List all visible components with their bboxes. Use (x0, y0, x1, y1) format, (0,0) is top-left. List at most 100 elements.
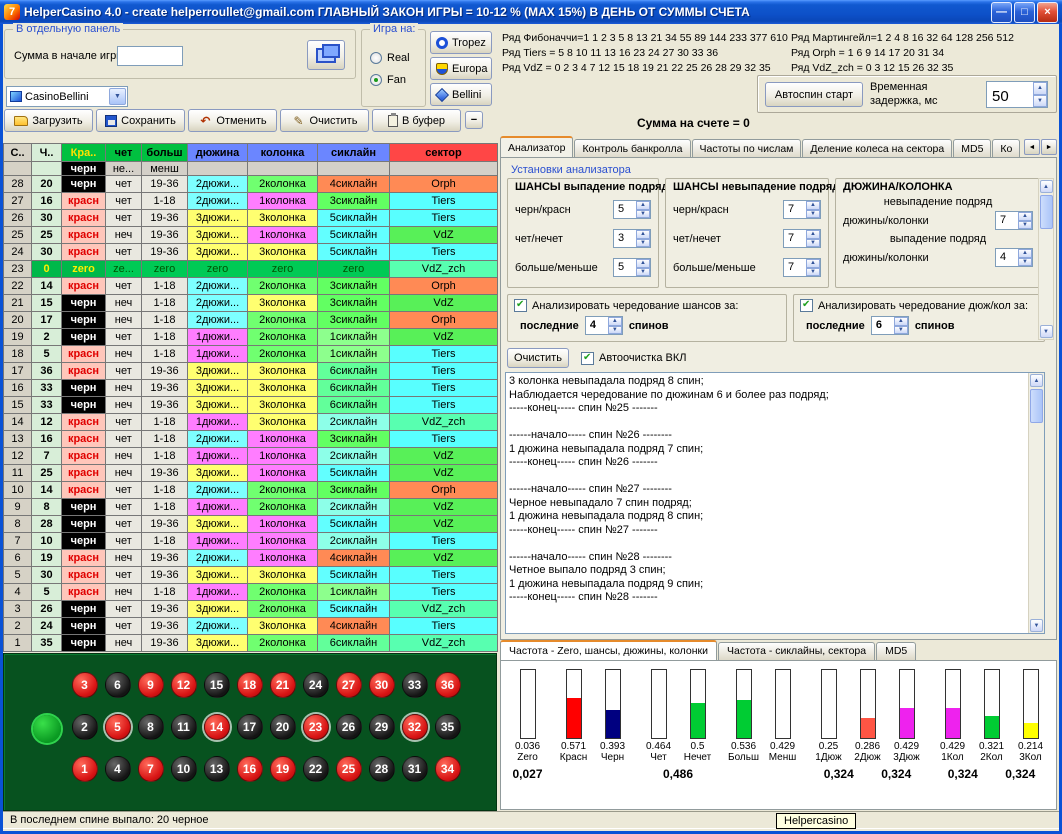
toolbar-button-3[interactable]: ↶Отменить (188, 109, 277, 132)
table-row[interactable]: 828чернчет19-363дюжи...1колонка5сиклайнV… (4, 516, 498, 533)
board-cell-18[interactable]: 18 (233, 668, 266, 701)
table-row[interactable]: 2214краснчет1-182дюжи...2колонка3сиклайн… (4, 278, 498, 295)
spinner-down-icon[interactable]: ▼ (806, 239, 820, 248)
header-cell[interactable]: сиклайн (318, 144, 390, 162)
header-cell[interactable]: дюжина (188, 144, 248, 162)
spinner-up-icon[interactable]: ▲ (806, 259, 820, 268)
table-row[interactable]: 326чернчет19-363дюжи...2колонка5сиклайнV… (4, 601, 498, 618)
spinner-up-icon[interactable]: ▲ (806, 230, 820, 239)
table-row[interactable]: 2115черннеч1-182дюжи...3колонка3сиклайнV… (4, 295, 498, 312)
board-cell-19[interactable]: 19 (266, 752, 299, 785)
board-cell-7[interactable]: 7 (134, 752, 167, 785)
tab-1[interactable]: Анализатор (500, 136, 573, 158)
table-row[interactable]: 2820чернчет19-362дюжи...2колонка4сиклайн… (4, 176, 498, 193)
autospin-start-button[interactable]: Автоспин старт (765, 82, 863, 107)
scroll-thumb[interactable] (1030, 389, 1043, 423)
board-cell-2[interactable]: 2 (68, 710, 101, 743)
board-cell-12[interactable]: 12 (167, 668, 200, 701)
spinner-up-icon[interactable]: ▲ (1033, 82, 1047, 95)
setting-spinner[interactable]: 7▲▼ (783, 200, 821, 219)
radio-real[interactable]: Real (370, 52, 410, 64)
setting-spinner[interactable]: 5▲▼ (613, 258, 651, 277)
board-cell-23[interactable]: 23 (299, 710, 332, 743)
analyze-dozcol-checkbox[interactable] (800, 299, 813, 312)
spinner-up-icon[interactable]: ▲ (806, 201, 820, 210)
chances-spins-value[interactable]: 4▲▼ (585, 316, 623, 335)
board-cell-26[interactable]: 26 (332, 710, 365, 743)
header-cell[interactable]: больш (142, 144, 188, 162)
header-cell[interactable]: колонка (248, 144, 318, 162)
board-cell-14[interactable]: 14 (200, 710, 233, 743)
board-cell-35[interactable]: 35 (431, 710, 464, 743)
analyze-chances-checkbox[interactable] (514, 299, 527, 312)
tab-2[interactable]: Частота - сиклайны, сектора (718, 642, 875, 660)
table-row[interactable]: 135черннеч19-363дюжи...2колонка6сиклайнV… (4, 635, 498, 652)
spinner-down-icon[interactable]: ▼ (636, 239, 650, 248)
board-cell-30[interactable]: 30 (365, 668, 398, 701)
collapse-panel-button[interactable]: − (465, 111, 483, 129)
spinner-down-icon[interactable]: ▼ (806, 268, 820, 277)
header-cell[interactable]: С.. (4, 144, 32, 162)
table-row[interactable]: 710чернчет1-181дюжи...1колонка2сиклайнTi… (4, 533, 498, 550)
board-cell-6[interactable]: 6 (101, 668, 134, 701)
tab-3[interactable]: Частоты по числам (692, 139, 802, 158)
setting-spinner[interactable]: 5▲▼ (613, 200, 651, 219)
tab-6[interactable]: Ко (992, 139, 1020, 158)
table-row[interactable]: 185красннеч1-181дюжи...2колонка1сиклайнT… (4, 346, 498, 363)
spinner-down-icon[interactable]: ▼ (608, 326, 622, 335)
table-row[interactable]: 1125красннеч19-363дюжи...1колонка5сиклай… (4, 465, 498, 482)
casino-button-bellini[interactable]: Bellini (430, 83, 492, 106)
spinner-up-icon[interactable]: ▲ (636, 201, 650, 210)
board-cell-31[interactable]: 31 (398, 752, 431, 785)
board-cell-32[interactable]: 32 (398, 710, 431, 743)
spinner-down-icon[interactable]: ▼ (1018, 258, 1032, 267)
board-cell-16[interactable]: 16 (233, 752, 266, 785)
header-cell[interactable]: чет (106, 144, 142, 162)
tab-4[interactable]: Деление колеса на сектора (802, 139, 952, 158)
tab-scroll-right-icon[interactable]: ► (1041, 139, 1057, 155)
spinner-down-icon[interactable]: ▼ (806, 210, 820, 219)
table-row[interactable]: 1316краснчет1-182дюжи...1колонка3сиклайн… (4, 431, 498, 448)
table-row[interactable]: 98чернчет1-181дюжи...2колонка2сиклайнVdZ (4, 499, 498, 516)
board-cell-27[interactable]: 27 (332, 668, 365, 701)
scroll-thumb[interactable] (1040, 195, 1053, 229)
toolbar-button-2[interactable]: Сохранить (96, 109, 185, 132)
maximize-button[interactable]: □ (1014, 2, 1035, 23)
board-cell-9[interactable]: 9 (134, 668, 167, 701)
board-cell-10[interactable]: 10 (167, 752, 200, 785)
table-row[interactable]: 2017черннеч1-182дюжи...2колонка3сиклайнO… (4, 312, 498, 329)
setting-spinner[interactable]: 7▲▼ (783, 258, 821, 277)
board-cell-34[interactable]: 34 (431, 752, 464, 785)
board-cell-4[interactable]: 4 (101, 752, 134, 785)
spinner-down-icon[interactable]: ▼ (1018, 221, 1032, 230)
spinner-up-icon[interactable]: ▲ (1018, 249, 1032, 258)
table-row[interactable]: 530краснчет19-363дюжи...3колонка5сиклайн… (4, 567, 498, 584)
spinner-up-icon[interactable]: ▲ (636, 230, 650, 239)
toolbar-button-5[interactable]: В буфер (372, 109, 461, 132)
minimize-button[interactable]: — (991, 2, 1012, 23)
autoclean-checkbox[interactable] (581, 352, 594, 365)
tab-scroll-left-icon[interactable]: ◄ (1024, 139, 1040, 155)
board-cell-0[interactable] (30, 712, 64, 746)
board-cell-21[interactable]: 21 (266, 668, 299, 701)
setting-spinner[interactable]: 4▲▼ (995, 248, 1033, 267)
board-cell-20[interactable]: 20 (266, 710, 299, 743)
board-cell-15[interactable]: 15 (200, 668, 233, 701)
radio-fan[interactable]: Fan (370, 74, 406, 86)
table-row[interactable]: 45красннеч1-181дюжи...2колонка1сиклайнTi… (4, 584, 498, 601)
spinner-up-icon[interactable]: ▲ (1018, 212, 1032, 221)
spinner-up-icon[interactable]: ▲ (894, 317, 908, 326)
table-row[interactable]: 619красннеч19-362дюжи...1колонка4сиклайн… (4, 550, 498, 567)
spinner-down-icon[interactable]: ▼ (636, 268, 650, 277)
board-cell-33[interactable]: 33 (398, 668, 431, 701)
table-row[interactable]: 1014краснчет1-182дюжи...2колонка3сиклайн… (4, 482, 498, 499)
board-cell-28[interactable]: 28 (365, 752, 398, 785)
table-row[interactable]: 2630краснчет19-363дюжи...3колонка5сиклай… (4, 210, 498, 227)
toolbar-button-4[interactable]: ✎Очистить (280, 109, 369, 132)
log-scrollbar[interactable]: ▲ ▼ (1028, 373, 1044, 633)
spinner-up-icon[interactable]: ▲ (636, 259, 650, 268)
spinner-up-icon[interactable]: ▲ (608, 317, 622, 326)
tab-5[interactable]: MD5 (953, 139, 991, 158)
board-cell-13[interactable]: 13 (200, 752, 233, 785)
table-row[interactable]: 2430краснчет19-363дюжи...3колонка5сиклай… (4, 244, 498, 261)
